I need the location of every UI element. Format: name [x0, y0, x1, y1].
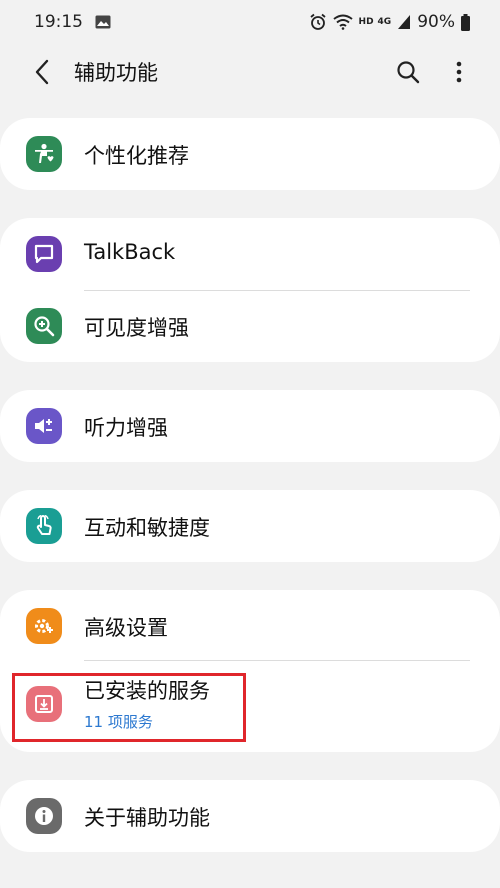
more-options-button[interactable] — [443, 56, 475, 88]
hd-indicator: HD — [358, 17, 374, 27]
card-vision: TalkBack 可见度增强 — [0, 218, 500, 362]
item-personalized-recommendations[interactable]: 个性化推荐 — [0, 118, 500, 190]
item-advanced-settings[interactable]: 高级设置 — [0, 590, 500, 662]
search-icon — [397, 61, 420, 84]
talkback-icon — [26, 236, 62, 272]
item-label: 听力增强 — [84, 416, 168, 440]
zoom-in-icon — [26, 308, 62, 344]
info-icon — [26, 798, 62, 834]
item-label: TalkBack — [84, 240, 176, 264]
item-label: 高级设置 — [84, 616, 168, 640]
item-visibility-enhancements[interactable]: 可见度增强 — [0, 290, 500, 362]
back-button[interactable] — [26, 56, 58, 88]
item-label: 个性化推荐 — [84, 144, 189, 168]
item-about-accessibility[interactable]: 关于辅助功能 — [0, 780, 500, 852]
card-personalized: 个性化推荐 — [0, 118, 500, 190]
gallery-icon — [95, 15, 111, 29]
status-right: HD 4G 90% — [309, 12, 470, 32]
network-indicator: 4G — [377, 17, 392, 27]
alarm-icon — [309, 13, 326, 30]
item-talkback[interactable]: TalkBack — [0, 218, 500, 290]
status-bar: 19:15 HD 4G 90% — [0, 0, 500, 44]
signal-icon — [398, 15, 411, 29]
card-interaction: 互动和敏捷度 — [0, 490, 500, 562]
status-time: 19:15 — [34, 12, 83, 32]
item-hearing-enhancements[interactable]: 听力增强 — [0, 390, 500, 462]
back-arrow-icon — [35, 59, 49, 85]
gear-plus-icon — [26, 608, 62, 644]
volume-plus-icon — [26, 408, 62, 444]
highlight-box — [12, 673, 246, 742]
touch-hand-icon — [26, 508, 62, 544]
item-label: 关于辅助功能 — [84, 806, 210, 830]
more-vertical-icon — [456, 61, 462, 83]
item-label: 互动和敏捷度 — [84, 516, 210, 540]
accessibility-person-icon — [26, 136, 62, 172]
search-button[interactable] — [392, 56, 424, 88]
page-title: 辅助功能 — [74, 61, 158, 85]
item-label: 可见度增强 — [84, 316, 189, 340]
app-header: 辅助功能 — [0, 44, 500, 100]
battery-icon — [461, 13, 470, 31]
card-hearing: 听力增强 — [0, 390, 500, 462]
battery-percent: 90% — [417, 12, 455, 32]
wifi-icon — [332, 14, 353, 30]
card-about: 关于辅助功能 — [0, 780, 500, 852]
item-interaction-dexterity[interactable]: 互动和敏捷度 — [0, 490, 500, 562]
